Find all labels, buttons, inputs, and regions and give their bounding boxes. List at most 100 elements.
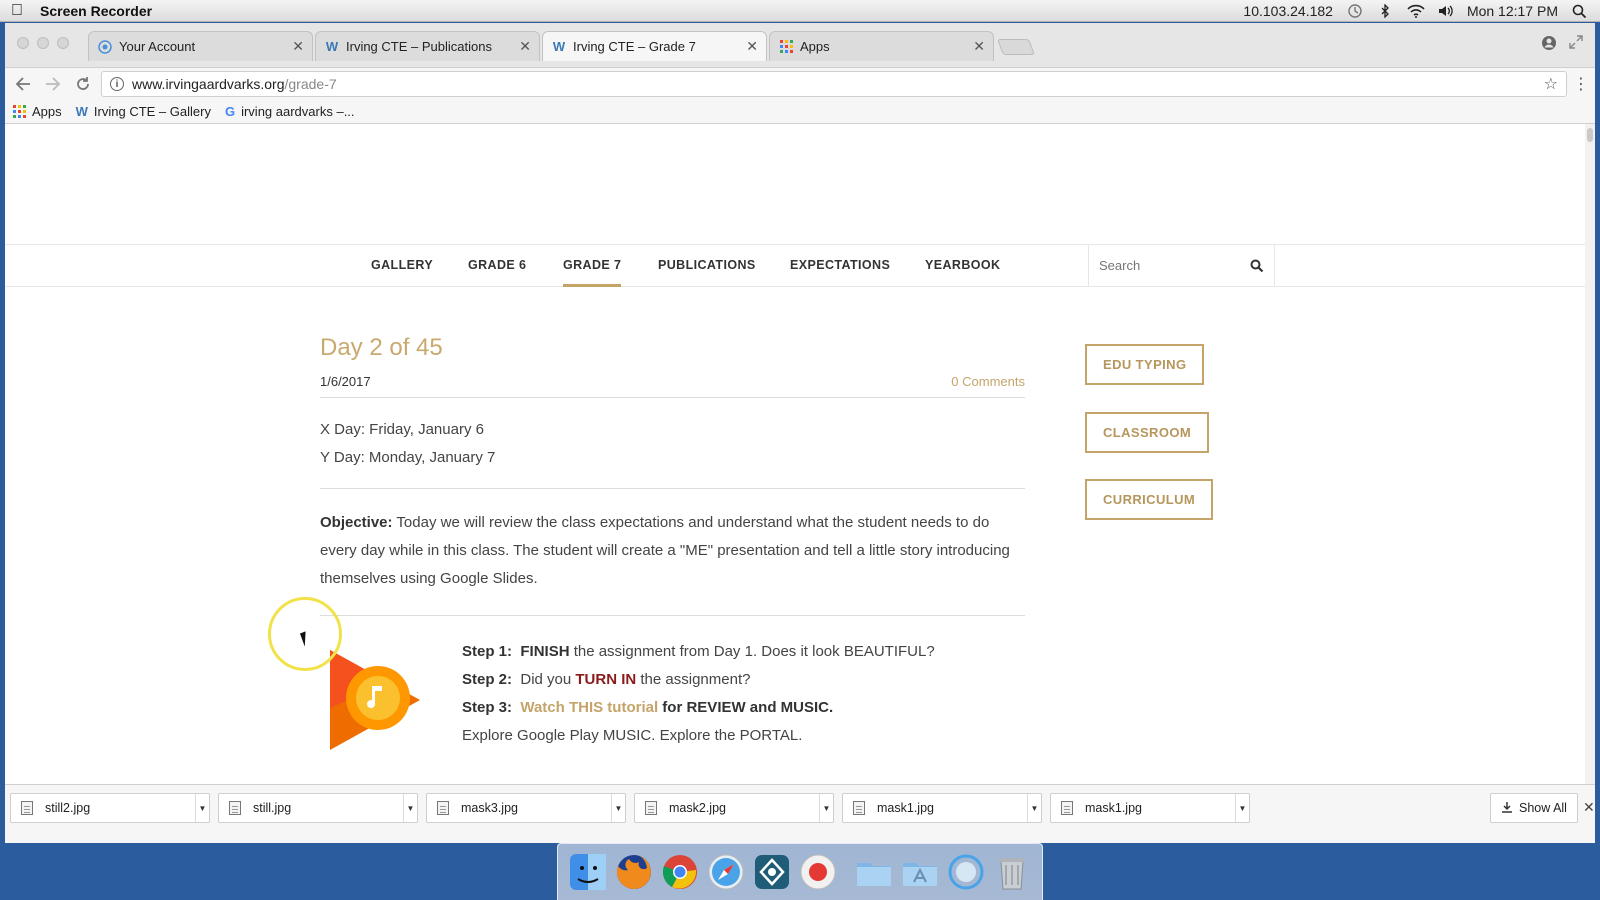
- download-menu-arrow-icon[interactable]: ▼: [819, 794, 833, 822]
- bookmark-gallery[interactable]: W Irving CTE – Gallery: [76, 104, 211, 119]
- wifi-icon[interactable]: [1407, 4, 1425, 18]
- volume-icon[interactable]: [1437, 4, 1453, 18]
- spotlight-search-icon[interactable]: [1572, 4, 1588, 18]
- blog-post: Day 2 of 45 1/6/2017 0 Comments X Day: F…: [320, 334, 1025, 778]
- bookmark-star-icon[interactable]: ☆: [1544, 74, 1558, 94]
- bookmark-irving-aardvarks[interactable]: G irving aardvarks –...: [225, 104, 355, 119]
- xcode-screen-app-icon[interactable]: [752, 852, 792, 892]
- trash-icon[interactable]: [992, 852, 1032, 892]
- screen-recorder-icon[interactable]: [798, 852, 838, 892]
- folder-icon[interactable]: [854, 852, 894, 892]
- tab-publications[interactable]: W Irving CTE – Publications ✕: [315, 31, 540, 61]
- tab-title: Apps: [800, 39, 830, 54]
- image-file-icon: [229, 801, 241, 815]
- zoom-window-button[interactable]: [57, 37, 69, 49]
- nav-publications[interactable]: PUBLICATIONS: [658, 258, 756, 272]
- reload-button[interactable]: [71, 72, 95, 96]
- back-button[interactable]: [11, 72, 35, 96]
- chrome-menu-icon[interactable]: ⋮: [1573, 74, 1589, 94]
- address-bar[interactable]: i www.irvingaardvarks.org /grade-7 ☆: [101, 71, 1567, 97]
- apple-menu-icon[interactable]: : [0, 2, 34, 20]
- search-icon[interactable]: [1250, 259, 1264, 273]
- scrollbar-thumb[interactable]: [1587, 128, 1593, 142]
- tab-title: Irving CTE – Publications: [346, 39, 492, 54]
- tab-title: Your Account: [119, 39, 196, 54]
- chrome-window: Your Account ✕ W Irving CTE – Publicatio…: [5, 23, 1595, 843]
- nav-grade-7[interactable]: GRADE 7: [563, 258, 622, 287]
- profile-icon[interactable]: [1541, 35, 1557, 54]
- close-tab-icon[interactable]: ✕: [292, 38, 304, 55]
- new-tab-button[interactable]: [997, 39, 1035, 55]
- close-window-button[interactable]: [17, 37, 29, 49]
- download-item[interactable]: mask1.jpg ▼: [1050, 793, 1250, 823]
- url-path: /grade-7: [284, 76, 337, 92]
- download-menu-arrow-icon[interactable]: ▼: [403, 794, 417, 822]
- post-title[interactable]: Day 2 of 45: [320, 334, 1025, 362]
- download-menu-arrow-icon[interactable]: ▼: [611, 794, 625, 822]
- download-item[interactable]: mask2.jpg ▼: [634, 793, 834, 823]
- close-tab-icon[interactable]: ✕: [519, 38, 531, 55]
- post-date: 1/6/2017: [320, 374, 371, 389]
- site-info-icon[interactable]: i: [110, 77, 124, 91]
- step-1: Step 1: FINISH the assignment from Day 1…: [462, 638, 935, 666]
- finder-icon[interactable]: [568, 852, 608, 892]
- download-item[interactable]: still2.jpg ▼: [10, 793, 210, 823]
- steps-list: Step 1: FINISH the assignment from Day 1…: [462, 638, 935, 750]
- nav-gallery[interactable]: GALLERY: [371, 258, 433, 272]
- tab-your-account[interactable]: Your Account ✕: [88, 31, 313, 61]
- download-filename: mask3.jpg: [461, 801, 518, 815]
- download-item[interactable]: mask3.jpg ▼: [426, 793, 626, 823]
- menubar-clock[interactable]: Mon 12:17 PM: [1467, 3, 1558, 19]
- nav-grade-6[interactable]: GRADE 6: [468, 258, 526, 272]
- tab-grade-7[interactable]: W Irving CTE – Grade 7 ✕: [542, 31, 767, 61]
- download-item[interactable]: mask1.jpg ▼: [842, 793, 1042, 823]
- comments-link[interactable]: 0 Comments: [951, 374, 1025, 389]
- nav-yearbook[interactable]: YEARBOOK: [925, 258, 1000, 272]
- download-icon: [1501, 801, 1513, 816]
- page-scrollbar[interactable]: [1585, 124, 1595, 784]
- tab-apps[interactable]: Apps ✕: [769, 31, 994, 61]
- firefox-icon[interactable]: [614, 852, 654, 892]
- download-menu-arrow-icon[interactable]: ▼: [1235, 794, 1249, 822]
- google-play-music-logo: [328, 648, 423, 753]
- close-tab-icon[interactable]: ✕: [746, 38, 758, 55]
- safari-icon[interactable]: [706, 852, 746, 892]
- edu-typing-button[interactable]: EDU TYPING: [1085, 344, 1205, 385]
- download-filename: still.jpg: [253, 801, 292, 815]
- applications-folder-icon[interactable]: [900, 852, 940, 892]
- show-all-label: Show All: [1519, 801, 1567, 815]
- image-file-icon: [437, 801, 449, 815]
- active-app-name[interactable]: Screen Recorder: [40, 3, 152, 19]
- download-item[interactable]: still.jpg ▼: [218, 793, 418, 823]
- step-label: Step 3:: [462, 699, 513, 716]
- downloads-stack-icon[interactable]: [946, 852, 986, 892]
- image-file-icon: [853, 801, 865, 815]
- bluetooth-icon[interactable]: [1377, 2, 1393, 19]
- minimize-window-button[interactable]: [37, 37, 49, 49]
- forward-button[interactable]: [41, 72, 65, 96]
- download-filename: still2.jpg: [45, 801, 91, 815]
- show-all-downloads-button[interactable]: Show All: [1490, 793, 1578, 823]
- nav-expectations[interactable]: EXPECTATIONS: [790, 258, 890, 272]
- close-shelf-icon[interactable]: ✕: [1583, 799, 1595, 816]
- chrome-icon[interactable]: [660, 852, 700, 892]
- time-machine-icon[interactable]: [1347, 3, 1363, 18]
- tutorial-link[interactable]: Watch THIS tutorial: [520, 699, 658, 716]
- curriculum-button[interactable]: CURRICULUM: [1085, 479, 1214, 520]
- bookmark-apps[interactable]: Apps: [13, 104, 62, 119]
- site-search-input[interactable]: [1099, 258, 1239, 273]
- download-menu-arrow-icon[interactable]: ▼: [1027, 794, 1041, 822]
- close-tab-icon[interactable]: ✕: [973, 38, 985, 55]
- step-label: Step 1:: [462, 643, 513, 660]
- account-circle-icon: [97, 39, 113, 55]
- image-file-icon: [1061, 801, 1073, 815]
- post-meta: 1/6/2017 0 Comments: [320, 374, 1025, 398]
- download-menu-arrow-icon[interactable]: ▼: [195, 794, 209, 822]
- image-file-icon: [645, 801, 657, 815]
- fullscreen-icon[interactable]: [1569, 35, 1583, 54]
- classroom-button[interactable]: CLASSROOM: [1085, 412, 1210, 453]
- tab-title: Irving CTE – Grade 7: [573, 39, 696, 54]
- tab-strip: Your Account ✕ W Irving CTE – Publicatio…: [5, 23, 1595, 68]
- y-day: Y Day: Monday, January 7: [320, 449, 496, 466]
- steps-section: Step 1: FINISH the assignment from Day 1…: [320, 638, 1025, 778]
